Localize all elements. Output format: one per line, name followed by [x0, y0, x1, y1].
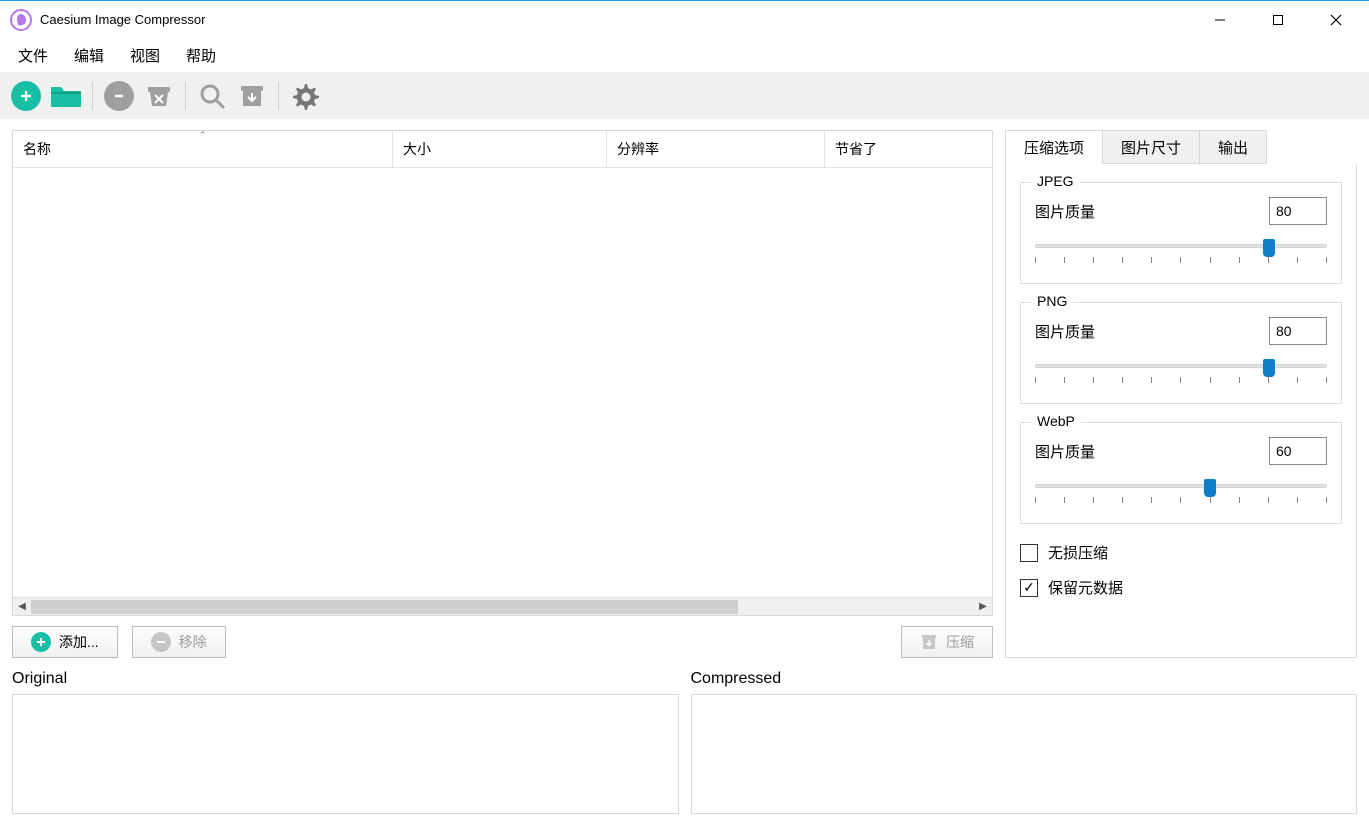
jpeg-legend: JPEG — [1031, 173, 1080, 189]
metadata-label: 保留元数据 — [1048, 577, 1123, 598]
clear-icon — [145, 83, 173, 109]
close-button[interactable] — [1307, 2, 1365, 38]
compressed-preview — [691, 694, 1358, 814]
webp-group: WebP 图片质量 60 — [1020, 422, 1342, 524]
window-title: Caesium Image Compressor — [40, 12, 205, 27]
minus-icon — [151, 632, 171, 652]
jpeg-quality-spinbox[interactable]: 80 — [1269, 197, 1327, 225]
lossless-checkbox-row[interactable]: 无损压缩 — [1020, 542, 1342, 563]
maximize-button[interactable] — [1249, 2, 1307, 38]
table-header: ⌃ 名称 大小 分辨率 节省了 — [13, 131, 992, 168]
plus-icon — [11, 81, 41, 111]
png-quality-slider[interactable] — [1035, 359, 1327, 385]
menu-file[interactable]: 文件 — [6, 41, 60, 70]
slider-thumb[interactable] — [1263, 239, 1275, 257]
compress-toolbar-button[interactable] — [236, 80, 268, 112]
plus-icon — [31, 632, 51, 652]
column-resolution[interactable]: 分辨率 — [607, 131, 825, 167]
column-saved[interactable]: 节省了 — [825, 131, 992, 167]
tab-compression[interactable]: 压缩选项 — [1005, 130, 1103, 164]
column-name[interactable]: ⌃ 名称 — [13, 131, 393, 167]
original-preview — [12, 694, 679, 814]
menu-edit[interactable]: 编辑 — [62, 41, 116, 70]
webp-quality-slider[interactable] — [1035, 479, 1327, 505]
webp-quality-label: 图片质量 — [1035, 441, 1095, 462]
compressed-label: Compressed — [691, 668, 1358, 694]
toolbar-separator — [278, 82, 279, 110]
png-group: PNG 图片质量 80 — [1020, 302, 1342, 404]
webp-quality-spinbox[interactable]: 60 — [1269, 437, 1327, 465]
remove-button-label: 移除 — [179, 632, 207, 652]
compress-icon — [238, 83, 266, 109]
webp-legend: WebP — [1031, 413, 1081, 429]
scroll-thumb[interactable] — [31, 600, 738, 614]
compress-button[interactable]: 压缩 — [901, 626, 993, 658]
remove-button[interactable]: 移除 — [132, 626, 226, 658]
jpeg-group: JPEG 图片质量 80 — [1020, 182, 1342, 284]
file-table: ⌃ 名称 大小 分辨率 节省了 ◀ ▶ — [12, 130, 993, 616]
remove-button[interactable] — [103, 80, 135, 112]
lossless-label: 无损压缩 — [1048, 542, 1108, 563]
tab-output[interactable]: 输出 — [1199, 130, 1267, 164]
original-label: Original — [12, 668, 679, 694]
toolbar-separator — [92, 82, 93, 110]
magnifier-icon — [198, 82, 226, 110]
compress-icon — [920, 633, 938, 651]
open-folder-button[interactable] — [50, 80, 82, 112]
toolbar-separator — [185, 82, 186, 110]
gear-icon — [290, 81, 320, 111]
compress-button-label: 压缩 — [946, 632, 974, 652]
metadata-checkbox-row[interactable]: ✓ 保留元数据 — [1020, 577, 1342, 598]
titlebar: Caesium Image Compressor — [0, 0, 1369, 38]
menu-help[interactable]: 帮助 — [174, 41, 228, 70]
table-body[interactable] — [13, 168, 992, 597]
scroll-right-arrow-icon[interactable]: ▶ — [974, 601, 992, 612]
settings-button[interactable] — [289, 80, 321, 112]
column-name-label: 名称 — [23, 141, 51, 157]
scroll-left-arrow-icon[interactable]: ◀ — [13, 601, 31, 612]
png-legend: PNG — [1031, 293, 1073, 309]
folder-icon — [50, 83, 82, 109]
add-file-button[interactable] — [10, 80, 42, 112]
slider-thumb[interactable] — [1204, 479, 1216, 497]
column-size[interactable]: 大小 — [393, 131, 607, 167]
lossless-checkbox[interactable] — [1020, 544, 1038, 562]
add-button-label: 添加... — [59, 632, 99, 652]
clear-button[interactable] — [143, 80, 175, 112]
minus-icon — [104, 81, 134, 111]
tab-dimensions[interactable]: 图片尺寸 — [1102, 130, 1200, 164]
sort-indicator-icon: ⌃ — [199, 130, 207, 141]
jpeg-quality-label: 图片质量 — [1035, 201, 1095, 222]
menu-view[interactable]: 视图 — [118, 41, 172, 70]
horizontal-scrollbar[interactable]: ◀ ▶ — [13, 597, 992, 615]
app-icon — [10, 9, 32, 31]
png-quality-spinbox[interactable]: 80 — [1269, 317, 1327, 345]
add-button[interactable]: 添加... — [12, 626, 118, 658]
toolbar — [0, 72, 1369, 120]
menubar: 文件 编辑 视图 帮助 — [0, 38, 1369, 72]
jpeg-quality-slider[interactable] — [1035, 239, 1327, 265]
png-quality-label: 图片质量 — [1035, 321, 1095, 342]
minimize-button[interactable] — [1191, 2, 1249, 38]
slider-thumb[interactable] — [1263, 359, 1275, 377]
settings-tabs: 压缩选项 图片尺寸 输出 — [1005, 130, 1357, 164]
preview-button[interactable] — [196, 80, 228, 112]
compression-pane: JPEG 图片质量 80 PNG 图片质量 80 — [1005, 164, 1357, 658]
metadata-checkbox[interactable]: ✓ — [1020, 579, 1038, 597]
